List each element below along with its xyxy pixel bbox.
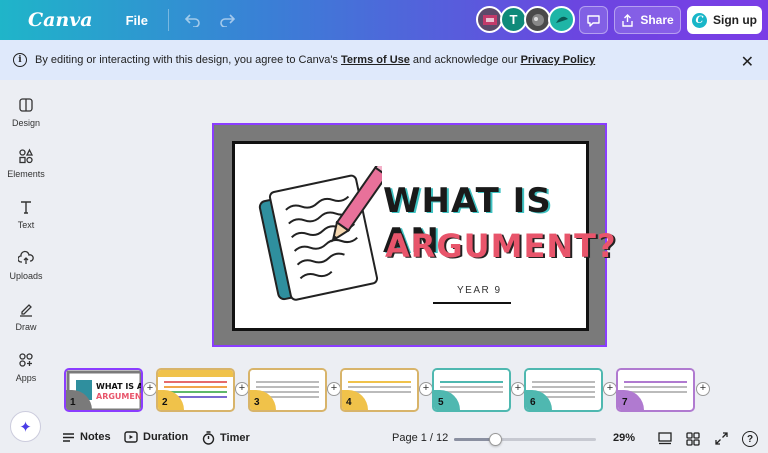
toolbar-divider — [168, 9, 170, 31]
fullscreen-icon[interactable] — [714, 431, 729, 446]
top-bar: Canva File T Share C Sign up — [0, 0, 768, 40]
add-page-button[interactable]: + — [696, 382, 710, 396]
avatar[interactable] — [476, 6, 503, 33]
banner-text-part: By editing or interacting with this desi… — [35, 54, 341, 66]
add-page-button[interactable]: + — [235, 382, 249, 396]
timer-label: Timer — [220, 432, 250, 444]
sign-up-button[interactable]: C Sign up — [687, 6, 762, 34]
sidebar-item-label: Elements — [7, 169, 45, 179]
page-indicator[interactable]: Page 1 / 12 — [392, 432, 448, 444]
share-button[interactable]: Share — [614, 6, 681, 34]
sidebar-item-label: Text — [17, 220, 35, 230]
thumbnail-header — [526, 370, 601, 377]
sidebar-item-label: Uploads — [9, 271, 43, 281]
grid-view-icon[interactable] — [685, 431, 700, 446]
thumbnail-header — [250, 370, 325, 377]
notes-button[interactable]: Notes — [62, 431, 111, 443]
thumbnail-header — [434, 370, 509, 377]
undo-icon[interactable] — [183, 10, 203, 30]
zoom-level[interactable]: 29% — [613, 432, 635, 444]
timer-button[interactable]: Timer — [202, 431, 250, 445]
help-icon[interactable]: ? — [742, 431, 758, 447]
sidebar-item-text[interactable]: Text — [0, 198, 52, 242]
notes-label: Notes — [80, 431, 111, 443]
sidebar-item-elements[interactable]: Elements — [0, 147, 52, 191]
thumbnail-header — [618, 370, 693, 377]
notes-icon — [63, 432, 74, 442]
design-canvas[interactable]: WHAT IS AN ARGUMENT? YEAR 9 — [212, 123, 616, 347]
thumbnail-header — [342, 370, 417, 377]
uploads-icon — [17, 249, 35, 267]
add-page-button[interactable]: + — [327, 382, 341, 396]
duration-button[interactable]: Duration — [124, 431, 188, 443]
slide-title-line2: ARGUMENT? — [385, 227, 617, 265]
page-thumbnail-6[interactable]: 6 — [524, 368, 603, 412]
thumbnail-header — [158, 370, 233, 377]
duration-label: Duration — [143, 431, 189, 443]
page-thumbnail-1[interactable]: WHAT IS ANARGUMENT? 1 — [64, 368, 143, 412]
sidebar-item-draw[interactable]: Draw — [0, 300, 52, 344]
avatar[interactable] — [524, 6, 551, 33]
banner-text: By editing or interacting with this desi… — [35, 54, 595, 66]
bottom-bar: Notes Duration Timer Page 1 / 12 29% ? — [52, 424, 768, 453]
collaborator-avatars: T — [476, 6, 575, 33]
sidebar-item-apps[interactable]: Apps — [0, 351, 52, 395]
canva-badge-icon: C — [692, 12, 707, 28]
sidebar-item-label: Apps — [15, 373, 37, 383]
page-view-icon[interactable] — [657, 431, 672, 446]
elements-icon — [17, 147, 35, 165]
comment-icon — [587, 14, 600, 27]
page-filmstrip: WHAT IS ANARGUMENT? 1 + 2 + 3 + 4 + 5 + … — [62, 367, 762, 413]
avatar[interactable] — [548, 6, 575, 33]
left-sidebar: Design Elements Text Uploads Draw Apps — [0, 80, 52, 420]
page-thumbnail-2[interactable]: 2 — [156, 368, 235, 412]
svg-text:WHAT IS AN: WHAT IS AN — [96, 382, 143, 391]
draw-icon — [17, 300, 35, 318]
design-icon — [17, 96, 35, 114]
terms-of-use-link[interactable]: Terms of Use — [341, 54, 410, 66]
add-page-button[interactable]: + — [143, 382, 157, 396]
share-icon — [622, 13, 634, 27]
add-page-button[interactable]: + — [511, 382, 525, 396]
add-page-button[interactable]: + — [419, 382, 433, 396]
terms-banner: i By editing or interacting with this de… — [0, 40, 768, 80]
sidebar-item-uploads[interactable]: Uploads — [0, 249, 52, 293]
info-icon: i — [13, 53, 27, 67]
share-label: Share — [640, 13, 674, 27]
zoom-slider-knob[interactable] — [489, 433, 502, 446]
comment-button[interactable] — [579, 6, 608, 34]
magic-assistant-button[interactable]: ✦ — [10, 411, 41, 442]
privacy-policy-link[interactable]: Privacy Policy — [521, 54, 596, 66]
sign-up-label: Sign up — [713, 13, 757, 27]
add-page-button[interactable]: + — [603, 382, 617, 396]
avatar[interactable]: T — [500, 6, 527, 33]
timer-icon — [202, 431, 215, 445]
page-thumbnail-3[interactable]: 3 — [248, 368, 327, 412]
text-icon — [17, 198, 35, 216]
svg-text:ARGUMENT?: ARGUMENT? — [96, 392, 143, 401]
redo-icon[interactable] — [217, 10, 237, 30]
page-thumbnail-5[interactable]: 5 — [432, 368, 511, 412]
slide-subtitle: YEAR 9 — [457, 285, 502, 296]
page-thumbnail-4[interactable]: 4 — [340, 368, 419, 412]
duration-icon — [124, 431, 138, 443]
sidebar-item-label: Draw — [15, 322, 37, 332]
slide-1[interactable]: WHAT IS AN ARGUMENT? YEAR 9 — [232, 141, 616, 331]
subtitle-underline — [433, 302, 511, 304]
apps-icon — [17, 351, 35, 369]
sidebar-item-label: Design — [11, 118, 40, 128]
sidebar-item-design[interactable]: Design — [0, 96, 52, 140]
canva-logo[interactable]: Canva — [28, 9, 93, 31]
zoom-slider-track[interactable] — [454, 438, 596, 441]
notebook-illustration — [258, 166, 382, 301]
file-menu-button[interactable]: File — [126, 13, 148, 28]
banner-text-part: and acknowledge our — [409, 54, 521, 66]
close-icon[interactable]: ✕ — [741, 52, 754, 72]
page-thumbnail-7[interactable]: 7 — [616, 368, 695, 412]
